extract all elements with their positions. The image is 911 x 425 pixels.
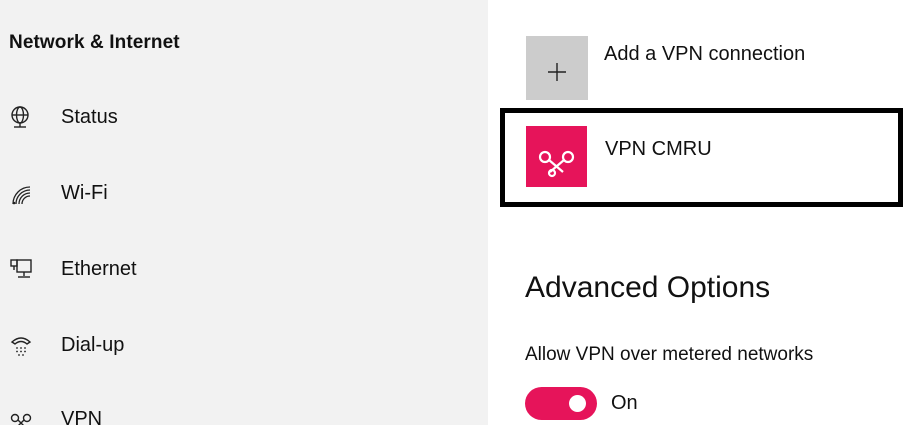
ethernet-icon bbox=[8, 256, 34, 282]
metered-networks-toggle[interactable] bbox=[525, 387, 597, 420]
sidebar-item-label: Wi-Fi bbox=[61, 182, 108, 204]
sidebar-item-dialup[interactable]: Dial-up bbox=[0, 320, 488, 372]
sidebar-item-vpn[interactable]: VPN bbox=[0, 394, 488, 425]
sidebar-item-wifi[interactable]: Wi-Fi bbox=[0, 168, 488, 220]
sidebar-item-status[interactable]: Status bbox=[0, 92, 488, 144]
toggle-knob bbox=[569, 395, 586, 412]
add-vpn-button[interactable]: Add a VPN connection bbox=[526, 36, 886, 100]
sidebar: Network & Internet Status Wi-Fi Ethernet… bbox=[0, 0, 488, 425]
vpn-connection-tile bbox=[526, 126, 587, 187]
sidebar-title: Network & Internet bbox=[9, 32, 180, 53]
sidebar-item-label: Status bbox=[61, 106, 118, 128]
wifi-icon bbox=[8, 182, 34, 208]
sidebar-item-ethernet[interactable]: Ethernet bbox=[0, 244, 488, 296]
metered-networks-label: Allow VPN over metered networks bbox=[525, 344, 814, 365]
vpn-connection-item[interactable]: VPN CMRU bbox=[500, 108, 903, 207]
sidebar-item-label: Dial-up bbox=[61, 334, 125, 356]
sidebar-item-label: VPN bbox=[61, 408, 103, 425]
sidebar-item-label: Ethernet bbox=[61, 258, 137, 280]
add-vpn-label: Add a VPN connection bbox=[604, 43, 806, 65]
vpn-icon bbox=[526, 150, 587, 191]
vpn-icon bbox=[8, 408, 34, 425]
plus-icon bbox=[526, 63, 588, 104]
vpn-connection-name: VPN CMRU bbox=[605, 138, 712, 160]
add-vpn-tile bbox=[526, 36, 588, 100]
dialup-icon bbox=[8, 332, 34, 358]
advanced-options-heading: Advanced Options bbox=[525, 271, 771, 304]
toggle-state-label: On bbox=[611, 392, 638, 414]
globe-icon bbox=[8, 104, 34, 130]
